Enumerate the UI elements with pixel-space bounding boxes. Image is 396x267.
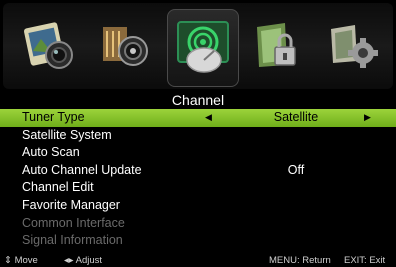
lock-menu-tab[interactable]: [243, 9, 313, 85]
menu-item-label: Tuner Type: [22, 110, 85, 124]
menu-item-label: Signal Information: [22, 233, 123, 248]
menu-title: Channel: [171, 92, 225, 108]
menu-item-auto-scan[interactable]: Auto Scan: [0, 144, 396, 162]
channel-menu-list: Tuner Type ◀ Satellite ▶ Satellite Syste…: [0, 109, 396, 250]
menu-item-channel-edit[interactable]: Channel Edit: [0, 179, 396, 197]
sound-icon: [103, 27, 148, 66]
key-hint-bar: ⇕ Move ◂▸ Adjust MENU: Return EXIT: Exit: [0, 254, 396, 267]
menu-item-label: Favorite Manager: [22, 197, 120, 212]
lock-icon: [257, 23, 296, 67]
menu-item-tuner-type[interactable]: Tuner Type ◀ Satellite ▶: [0, 109, 396, 127]
menu-item-favorite-manager[interactable]: Favorite Manager: [0, 197, 396, 215]
menu-item-satellite-system[interactable]: Satellite System: [0, 127, 396, 145]
menu-item-common-interface: Common Interface: [0, 215, 396, 233]
menu-icon-bar: [3, 3, 393, 89]
setup-icon: [331, 25, 378, 68]
left-right-arrows-icon: ◂▸: [64, 255, 74, 266]
setup-menu-tab[interactable]: [319, 9, 389, 85]
menu-item-label: Auto Scan: [22, 145, 80, 160]
move-hint: ⇕ Move: [4, 254, 38, 267]
right-arrow-icon[interactable]: ▶: [364, 109, 371, 127]
menu-return-hint: MENU: Return: [269, 255, 331, 266]
menu-item-label: Common Interface: [22, 215, 125, 230]
picture-menu-tab[interactable]: [15, 9, 85, 85]
adjust-hint: ◂▸ Adjust: [64, 254, 102, 267]
menu-item-label: Auto Channel Update: [22, 162, 142, 177]
sound-menu-tab[interactable]: [91, 9, 161, 85]
channel-icon: [177, 21, 229, 73]
up-down-arrows-icon: ⇕: [4, 255, 12, 266]
left-arrow-icon[interactable]: ◀: [205, 109, 212, 127]
menu-item-value: Off: [287, 162, 305, 177]
adjust-hint-label: Adjust: [75, 255, 103, 266]
menu-item-auto-channel-update[interactable]: Auto Channel Update Off: [0, 162, 396, 180]
menu-item-label: Satellite System: [22, 127, 112, 142]
picture-icon: [23, 22, 73, 69]
move-hint-label: Move: [14, 255, 38, 266]
exit-hint: EXIT: Exit: [344, 255, 386, 266]
channel-menu-tab[interactable]: [167, 9, 239, 87]
menu-item-value: Satellite: [273, 110, 319, 124]
menu-item-label: Channel Edit: [22, 180, 94, 195]
menu-item-signal-information: Signal Information: [0, 232, 396, 250]
